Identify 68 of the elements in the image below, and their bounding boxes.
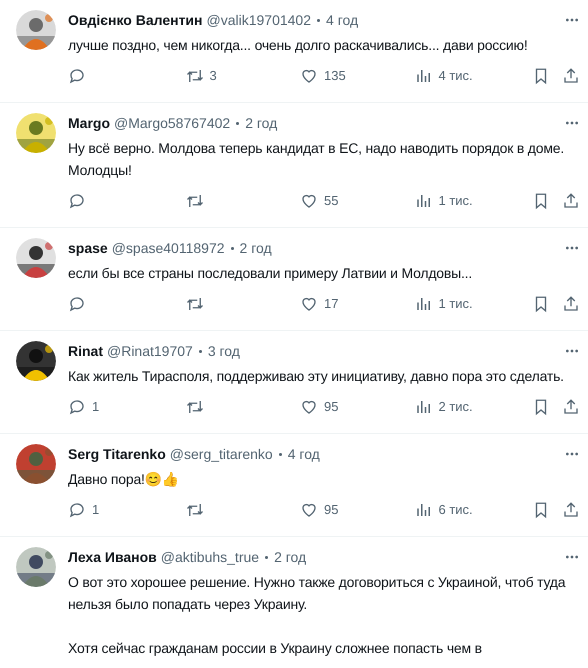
post-time[interactable]: 3 год [208, 341, 240, 361]
share-icon [562, 398, 580, 416]
reply-button[interactable]: 1 [68, 500, 186, 520]
author-name[interactable]: Леха Иванов [68, 547, 157, 567]
reply-text: Давно пора!😊👍 [68, 470, 180, 489]
share-icon [562, 192, 580, 210]
views-button[interactable]: 6 тис. [414, 500, 532, 520]
reply-text: Ну всё верно. Молдова теперь кандидат в ЕС, надо наводить порядок в доме. Молодцы! [68, 139, 566, 180]
share-button[interactable] [562, 295, 580, 313]
post-time[interactable]: 2 год [274, 547, 306, 567]
reply-text: если бы все страны последовали примеру Латвии и Молдовы... [68, 264, 474, 283]
author-name[interactable]: Serg Titarenko [68, 444, 166, 464]
heart-icon [300, 192, 318, 210]
retweet-icon [186, 295, 204, 313]
bar-chart-icon [414, 398, 432, 416]
author-handle[interactable]: @Rinat19707 [107, 341, 193, 361]
reply-button[interactable]: 1 [68, 397, 186, 417]
share-icon [562, 295, 580, 313]
bar-chart-icon [414, 295, 432, 313]
author-name[interactable]: Овдієнко Валентин [68, 10, 202, 30]
views-button[interactable]: 2 тис. [414, 397, 532, 417]
post-time[interactable]: 2 год [240, 238, 272, 258]
bar-chart-icon [414, 501, 432, 519]
share-icon [562, 501, 580, 519]
author-handle[interactable]: @aktibuhs_true [160, 547, 260, 567]
share-icon [562, 67, 580, 85]
retweet-icon [186, 501, 204, 519]
author-handle[interactable]: @valik19701402 [206, 10, 312, 30]
share-button[interactable] [562, 192, 580, 210]
bar-chart-icon [414, 67, 432, 85]
like-button[interactable]: 135 [300, 66, 414, 86]
reply-icon [68, 67, 86, 85]
repost-button[interactable]: 3 [186, 66, 300, 86]
reply-text: О вот это хорошее решение. Нужно также договориться с Украиной, чтоб туда нельзя было попадать через Украину. [68, 573, 566, 614]
author-handle[interactable]: @spase40118972 [112, 238, 225, 258]
post-time[interactable]: 2 год [245, 113, 278, 133]
like-button[interactable]: 95 [300, 397, 414, 417]
share-button[interactable] [562, 501, 580, 519]
heart-icon [300, 295, 318, 313]
heart-icon [300, 67, 318, 85]
views-button[interactable]: 1 тис. [414, 294, 532, 314]
reply-icon [68, 501, 86, 519]
like-button[interactable]: 95 [300, 500, 414, 520]
reply-icon [68, 192, 86, 210]
post-time[interactable]: 4 год [288, 444, 320, 464]
share-button[interactable] [562, 398, 580, 416]
heart-icon [300, 501, 318, 519]
bar-chart-icon [414, 192, 432, 210]
reply-icon [68, 398, 86, 416]
views-button[interactable]: 1 тис. [414, 191, 532, 211]
author-name[interactable]: Margo [68, 113, 110, 133]
reply-text: Хотя сейчас гражданам россии в Украину сложнее попасть чем в [68, 639, 483, 658]
author-handle[interactable]: @Margo58767402 [114, 113, 230, 133]
reply-icon [68, 295, 86, 313]
like-button[interactable]: 17 [300, 294, 414, 314]
retweet-icon [186, 192, 204, 210]
author-name[interactable]: spase [68, 238, 108, 258]
reply-text: лучше поздно, чем никогда... очень долго раскачивались... дави россию! [68, 36, 529, 55]
reply-text: Как житель Тирасполя, поддерживаю эту инициативу, давно пора это сделать. [68, 367, 565, 386]
author-handle[interactable]: @serg_titarenko [170, 444, 273, 464]
retweet-icon [186, 67, 204, 85]
retweet-icon [186, 398, 204, 416]
like-button[interactable]: 55 [300, 191, 414, 211]
heart-icon [300, 398, 318, 416]
share-button[interactable] [562, 67, 580, 85]
post-time[interactable]: 4 год [326, 10, 358, 30]
author-name[interactable]: Rinat [68, 341, 103, 361]
views-button[interactable]: 4 тис. [414, 66, 532, 86]
